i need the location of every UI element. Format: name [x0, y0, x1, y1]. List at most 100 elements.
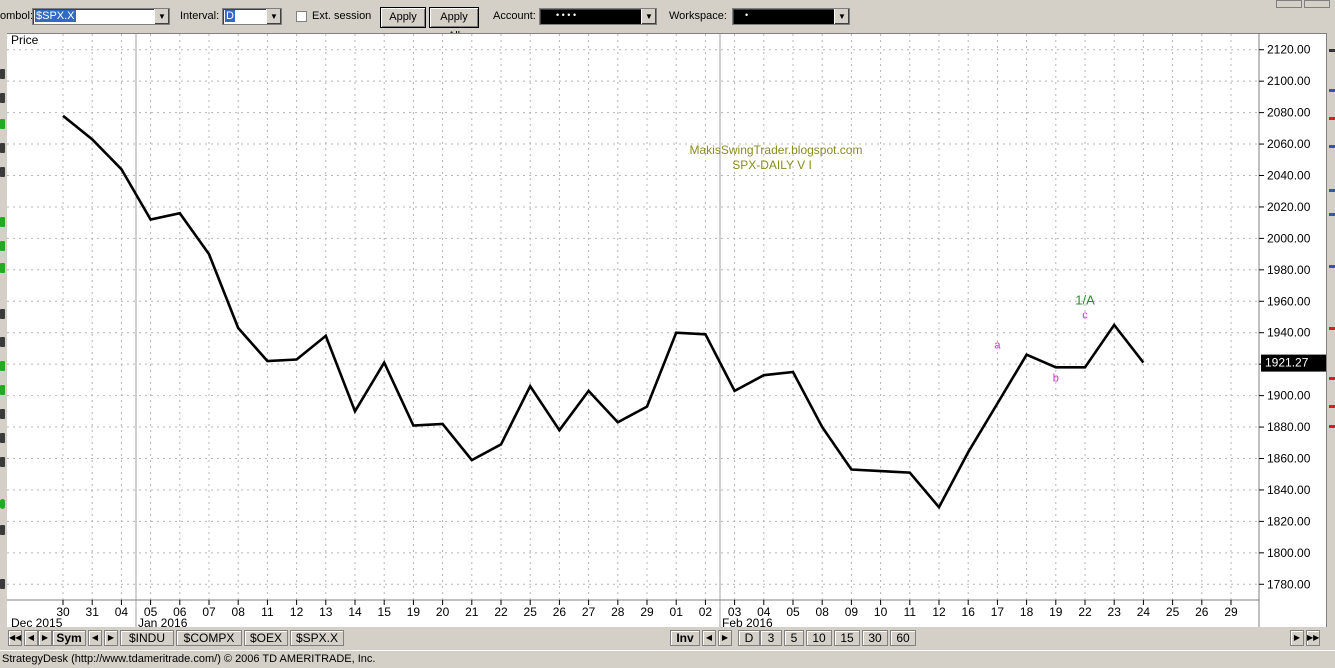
tool-icon[interactable]: [0, 143, 5, 153]
chevron-down-icon[interactable]: ▼: [834, 9, 849, 24]
chart-grid: [7, 34, 1259, 600]
symbols-scroll-left-icon[interactable]: ◀: [88, 630, 102, 646]
y-tick-label: 2080.00: [1267, 106, 1311, 120]
y-tick-label: 1960.00: [1267, 294, 1311, 308]
watermark-title: MakisSwingTrader.blogspot.com: [690, 143, 863, 157]
tool-icon[interactable]: [0, 525, 5, 535]
tool-icon[interactable]: [0, 167, 5, 177]
price-chart[interactable]: 1780.00 1800.00 1820.00 1840.00 1860.00 1880.…: [7, 33, 1326, 630]
scroll-first-icon[interactable]: ◀◀: [8, 630, 22, 646]
interval-tab[interactable]: 60: [890, 630, 916, 646]
tool-icon[interactable]: [1329, 377, 1335, 380]
symbol-tab[interactable]: $OEX: [244, 630, 288, 646]
x-tick-label: 11: [904, 605, 917, 619]
chevron-down-icon[interactable]: ▼: [641, 9, 656, 24]
tool-icon[interactable]: [0, 241, 5, 251]
x-tick-label: 21: [465, 605, 479, 619]
y-tick-label: 1820.00: [1267, 514, 1311, 528]
tool-icon[interactable]: [0, 93, 5, 103]
symbol-combobox[interactable]: $SPX.X ▼: [32, 8, 170, 25]
interval-tab[interactable]: 5: [784, 630, 804, 646]
tool-icon[interactable]: [0, 579, 5, 589]
tool-icon[interactable]: [1329, 405, 1335, 408]
tool-icon[interactable]: [1329, 327, 1335, 330]
inv-tab[interactable]: Inv: [670, 630, 700, 646]
tool-icon[interactable]: [0, 409, 5, 419]
x-tick-label: 14: [348, 605, 362, 619]
scroll-left-icon[interactable]: ◀: [24, 630, 38, 646]
tool-icon[interactable]: [0, 309, 5, 319]
x-tick-label: 16: [962, 605, 976, 619]
ext-session-checkbox[interactable]: [296, 11, 307, 22]
account-label: Account:: [493, 10, 536, 22]
status-bar: StrategyDesk (http://www.tdameritrade.co…: [0, 650, 1335, 668]
minimize-button[interactable]: [1276, 0, 1302, 8]
tool-icon[interactable]: [0, 499, 5, 509]
tool-icon[interactable]: [0, 385, 5, 395]
x-tick-label: 23: [1108, 605, 1122, 619]
tool-icon[interactable]: [1329, 117, 1335, 120]
interval-tab[interactable]: D: [738, 630, 760, 646]
interval-scroll-left-icon[interactable]: ◀: [702, 630, 716, 646]
interval-combobox[interactable]: D ▼: [222, 8, 282, 25]
x-tick-label: 18: [1020, 605, 1034, 619]
scroll-left-icon[interactable]: ▶: [1290, 630, 1304, 646]
bottom-tab-bar: ◀◀ ◀ ▶ Sym ◀ ▶ $INDU $COMPX $OEX $SPX.X Inv…: [0, 627, 1335, 650]
tool-icon[interactable]: [0, 337, 5, 347]
x-tick-label: 20: [436, 605, 450, 619]
scroll-right-icon[interactable]: ▶: [38, 630, 52, 646]
tool-icon[interactable]: [0, 457, 5, 467]
x-tick-label: 29: [640, 605, 654, 619]
month-separators: [135, 34, 721, 628]
symbols-scroll-right-icon[interactable]: ▶: [104, 630, 118, 646]
y-tick-label: 1860.00: [1267, 452, 1311, 466]
tool-icon[interactable]: [1329, 213, 1335, 216]
y-tick-label: 2040.00: [1267, 169, 1311, 183]
sym-tab[interactable]: Sym: [52, 630, 86, 646]
interval-scroll-right-icon[interactable]: ▶: [718, 630, 732, 646]
wave-annotations: a b c 1/A: [994, 292, 1095, 384]
tool-icon[interactable]: [1329, 145, 1335, 148]
apply-all-button[interactable]: Apply All: [429, 7, 479, 42]
tool-icon[interactable]: [0, 263, 5, 273]
y-tick-label: 1940.00: [1267, 326, 1311, 340]
interval-tab[interactable]: 15: [834, 630, 860, 646]
wave-label: c: [1082, 310, 1088, 322]
tool-icon[interactable]: [0, 433, 5, 443]
symbol-label: ombol:: [0, 10, 34, 22]
tool-icon[interactable]: [0, 69, 5, 79]
chevron-down-icon[interactable]: ▼: [266, 9, 281, 24]
tool-icon[interactable]: [1329, 425, 1335, 428]
chevron-down-icon[interactable]: ▼: [154, 9, 169, 24]
close-button[interactable]: [1304, 0, 1330, 8]
tool-icon[interactable]: [0, 217, 5, 227]
apply-button[interactable]: Apply: [380, 7, 426, 28]
symbol-tab[interactable]: $INDU: [120, 630, 174, 646]
drawing-tools-strip: [0, 33, 7, 650]
interval-tab[interactable]: 3: [760, 630, 782, 646]
y-tick-label: 2060.00: [1267, 137, 1311, 151]
x-tick-label: 13: [319, 605, 333, 619]
x-tick-label: 26: [1195, 605, 1209, 619]
x-tick-label: 10: [874, 605, 888, 619]
y-tick-label: 1840.00: [1267, 483, 1311, 497]
interval-tab[interactable]: 30: [862, 630, 888, 646]
y-tick-label: 1880.00: [1267, 420, 1311, 434]
account-combobox[interactable]: • • • • ▼: [539, 8, 657, 25]
interval-tab[interactable]: 10: [806, 630, 832, 646]
wave-label: 1/A: [1075, 292, 1095, 307]
price-chart-panel[interactable]: 1780.00 1800.00 1820.00 1840.00 1860.00 1880.…: [7, 33, 1326, 630]
symbol-tab[interactable]: $COMPX: [176, 630, 242, 646]
symbol-tab[interactable]: $SPX.X: [290, 630, 344, 646]
x-axis-ticks: 30 31 04 05 06 07 08 11 12 13 14 15 19 20 21 22 25 26 27 28…: [56, 600, 1238, 619]
x-tick-label: 08: [232, 605, 246, 619]
workspace-combobox[interactable]: • ▼: [732, 8, 850, 25]
tool-icon[interactable]: [0, 361, 5, 371]
tool-icon[interactable]: [1329, 189, 1335, 192]
tool-icon[interactable]: [1329, 49, 1335, 52]
scroll-last-icon[interactable]: ▶▶: [1306, 630, 1320, 646]
tool-icon[interactable]: [0, 119, 5, 129]
tool-icon[interactable]: [1329, 265, 1335, 268]
tool-icon[interactable]: [1329, 89, 1335, 92]
x-tick-label: 12: [290, 605, 304, 619]
